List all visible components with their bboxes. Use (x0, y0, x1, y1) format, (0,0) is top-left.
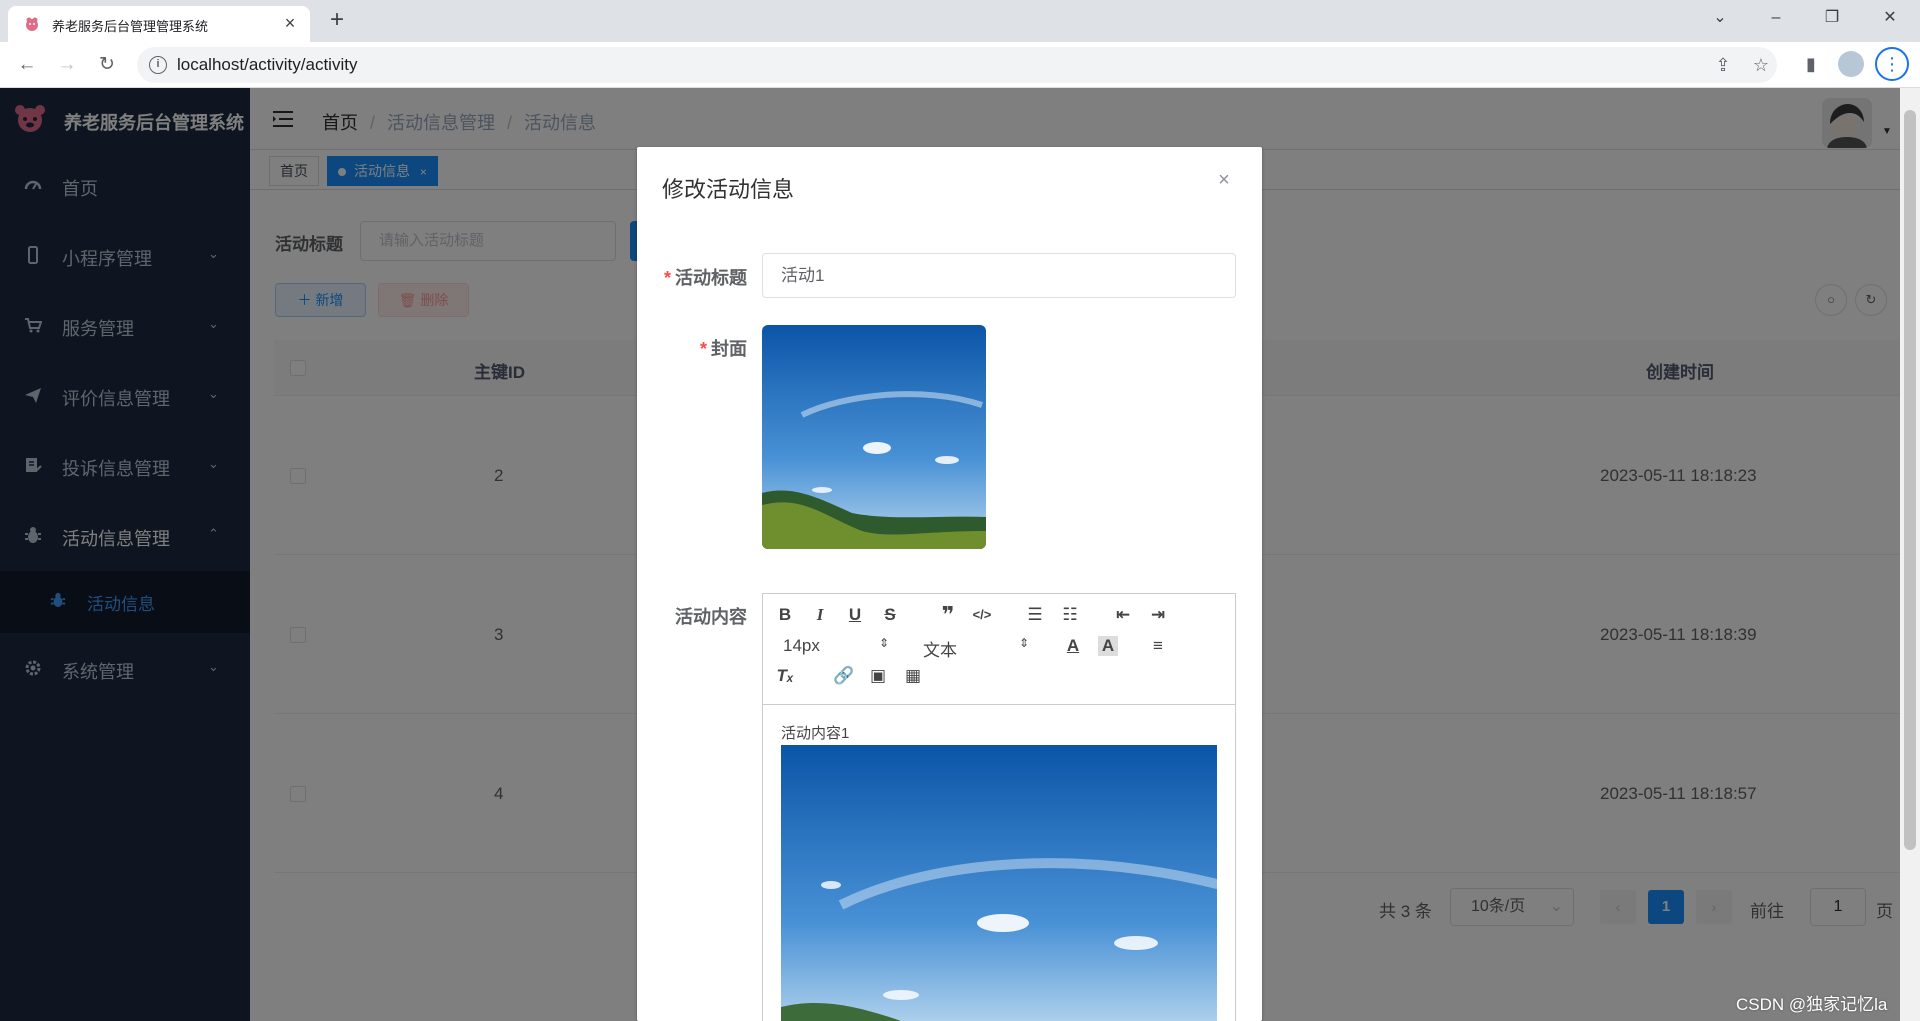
tab-close-icon[interactable]: × (280, 13, 300, 33)
bookmark-star-icon[interactable]: ☆ (1748, 52, 1774, 78)
reload-icon[interactable]: ↻ (94, 52, 120, 78)
dialog-title: 修改活动信息 (662, 177, 795, 202)
address-bar[interactable]: i localhost/activity/activity ⇪ ☆ (137, 47, 1777, 83)
editor-toolbar: B I U S ❞ </> ☰ ☷ ⇤ ⇥ 14px ⇕ 文本 ⇕ A A ≡ Tₓ… (763, 594, 1235, 705)
bold-icon[interactable]: B (775, 605, 795, 625)
share-icon[interactable]: ⇪ (1710, 52, 1736, 78)
blockquote-icon[interactable]: ❞ (938, 604, 958, 626)
text-color-icon[interactable]: A (1063, 636, 1083, 656)
forward-icon[interactable]: → (54, 52, 80, 78)
browser-menu-icon[interactable]: ⋮ (1875, 47, 1909, 81)
browser-toolbar: ← → ↻ i localhost/activity/activity ⇪ ☆ … (0, 42, 1920, 88)
align-icon[interactable]: ≡ (1148, 636, 1168, 656)
new-tab-button[interactable]: + (325, 8, 349, 33)
window-close-button[interactable]: ✕ (1876, 8, 1904, 28)
activity-title-input[interactable]: 活动1 (762, 253, 1236, 298)
app-root: 养老服务后台管理系统 首页 小程序管理 ⌄ 服务管理 ⌄ 评价信息管理 ⌄ 投诉… (0, 88, 1900, 1021)
strike-icon[interactable]: S (880, 605, 900, 625)
content-field-label: 活动内容 (675, 607, 747, 627)
title-field-label: * 活动标题 (663, 268, 747, 288)
code-block-icon[interactable]: </> (972, 605, 992, 625)
tab-title: 养老服务后台管理管理系统 (52, 19, 209, 34)
site-info-icon[interactable]: i (149, 56, 167, 74)
url-text: localhost/activity/activity (177, 55, 358, 74)
page-scrollbar[interactable] (1900, 88, 1920, 1021)
edit-activity-dialog: 修改活动信息 × * 活动标题 活动1 * 封面 活动内容 B I U S ❞ … (637, 147, 1262, 1021)
clear-format-icon[interactable]: Tₓ (775, 666, 795, 686)
dialog-close-icon[interactable]: × (1213, 169, 1235, 191)
background-color-icon[interactable]: A (1098, 636, 1118, 656)
cover-field-label: * 封面 (699, 339, 747, 359)
font-type-select[interactable]: 文本 ⇕ (923, 636, 1029, 661)
indent-icon[interactable]: ⇥ (1148, 605, 1168, 625)
tab-search-icon[interactable]: ⌄ (1706, 8, 1734, 28)
cover-image-upload[interactable] (762, 325, 986, 549)
outdent-icon[interactable]: ⇤ (1113, 605, 1133, 625)
scrollbar-thumb[interactable] (1904, 110, 1916, 850)
editor-content-image[interactable] (781, 745, 1217, 1021)
cover-image (762, 325, 986, 549)
underline-icon[interactable]: U (845, 605, 865, 625)
content-image (781, 745, 1217, 1021)
profile-avatar[interactable] (1838, 51, 1864, 77)
font-size-select[interactable]: 14px ⇕ (783, 636, 889, 656)
restore-button[interactable]: ❐ (1818, 8, 1846, 28)
browser-tab[interactable]: 养老服务后台管理管理系统 × (8, 6, 310, 42)
bullet-list-icon[interactable]: ☷ (1060, 605, 1080, 625)
image-icon[interactable]: ▣ (868, 666, 888, 686)
favicon-icon (26, 17, 38, 31)
italic-icon[interactable]: I (810, 605, 830, 625)
minimize-button[interactable]: – (1762, 8, 1790, 28)
ordered-list-icon[interactable]: ☰ (1025, 605, 1045, 625)
side-panel-icon[interactable]: ▮ (1798, 51, 1824, 77)
rich-text-editor: B I U S ❞ </> ☰ ☷ ⇤ ⇥ 14px ⇕ 文本 ⇕ A A ≡ Tₓ… (762, 593, 1236, 1021)
editor-content-text[interactable]: 活动内容1 (781, 722, 849, 743)
back-icon[interactable]: ← (14, 52, 40, 78)
link-icon[interactable]: 🔗 (833, 666, 854, 686)
browser-tab-strip: 养老服务后台管理管理系统 × + ⌄ – ❐ ✕ (0, 0, 1920, 42)
video-icon[interactable]: ▦ (903, 666, 923, 686)
watermark-text: CSDN @独家记忆la (1736, 995, 1888, 1014)
